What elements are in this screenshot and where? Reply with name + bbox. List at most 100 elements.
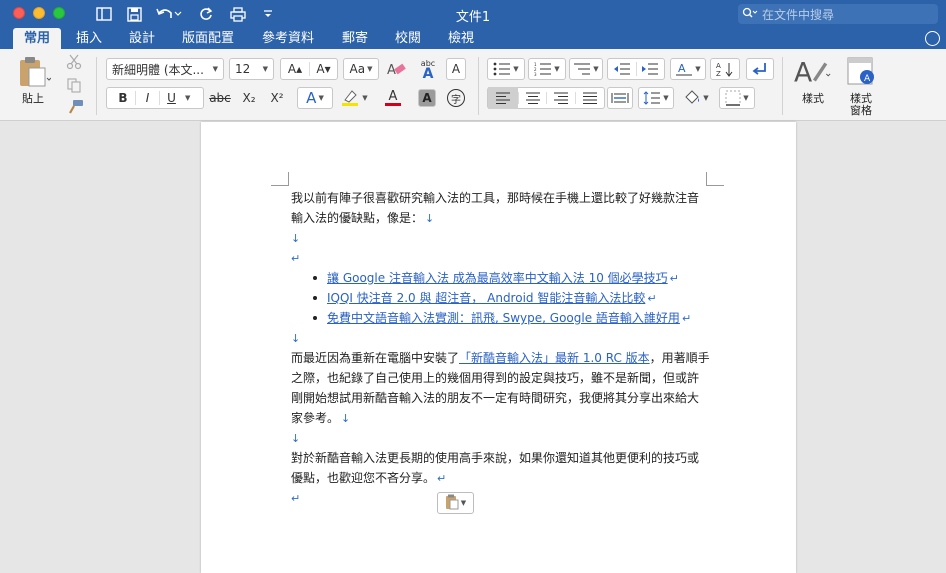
title-bar: 文件1 在文件中搜尋: [0, 0, 946, 28]
change-case-label: Aa: [349, 62, 366, 76]
text-run: 之際，也紀錄了自己使用上的幾個用得到的設定與技巧，雖不是新聞，但或許: [291, 371, 700, 385]
paste-icon[interactable]: [12, 55, 56, 89]
paragraph-line: 優點，也歡迎您不吝分享。 ↵: [291, 468, 709, 488]
enclose-character-icon[interactable]: 字: [444, 87, 468, 109]
tab-layout[interactable]: 版面配置: [175, 28, 241, 49]
chevron-down-icon: ▼: [318, 94, 324, 102]
line-spacing-button[interactable]: ▼: [638, 87, 674, 109]
list-item: IQQI 快注音 2.0 與 超注音， Android 智能注音輸入法比較 ↵: [291, 288, 709, 308]
clipboard-icon: [445, 494, 459, 513]
text-run: 剛開始想試用新酷音輸入法的朋友不一定有時間研究，我便將其分享出來給大: [291, 391, 700, 405]
align-center-icon[interactable]: [517, 92, 547, 104]
tab-references[interactable]: 參考資料: [255, 28, 321, 49]
align-left-icon[interactable]: [488, 87, 518, 109]
decrease-indent-icon[interactable]: [608, 62, 636, 76]
paste-options-button[interactable]: ▼: [437, 492, 474, 514]
clear-formatting-icon[interactable]: A: [384, 58, 410, 80]
search-icon: [742, 7, 758, 22]
inline-link[interactable]: 「新酷音輸入法」最新 1.0 RC 版本: [459, 351, 650, 365]
cut-icon[interactable]: [66, 54, 84, 70]
chevron-down-icon: ▼: [593, 65, 599, 73]
tab-home[interactable]: 常用: [13, 28, 61, 49]
shading-bucket-icon[interactable]: ▼: [678, 87, 714, 109]
font-color-button[interactable]: A: [375, 87, 411, 109]
phonetic-a-label: A: [422, 66, 434, 82]
phonetic-guide-button[interactable]: abc A: [415, 56, 441, 82]
font-color-swatch: [385, 103, 401, 106]
paragraph-mark: ↵: [681, 312, 692, 325]
numbering-button[interactable]: 1 2 3 ▼: [528, 58, 566, 80]
search-input[interactable]: 在文件中搜尋: [738, 4, 938, 24]
line-break-mark: ↓: [341, 412, 351, 425]
character-border-button[interactable]: A: [446, 58, 466, 80]
align-right-icon[interactable]: [546, 92, 575, 104]
strikethrough-button[interactable]: abc: [206, 87, 234, 109]
bullet-dot: [313, 296, 317, 300]
multilevel-list-button[interactable]: ▼: [569, 58, 603, 80]
styles-pane-icon[interactable]: A: [845, 55, 877, 89]
underline-button[interactable]: U: [159, 91, 183, 105]
separator: [782, 57, 783, 115]
text-effects-button[interactable]: A ▼: [297, 87, 333, 109]
justify-icon[interactable]: [575, 92, 604, 104]
styles-label: 樣式: [802, 92, 824, 105]
paragraph-mark: ↵: [669, 272, 679, 285]
empty-line: ↵: [291, 248, 709, 268]
text-run: 家參考。: [291, 411, 340, 425]
list-item: 讓 Google 注音輸入法 成為最高效率中文輸入法 10 個必學技巧 ↵: [291, 268, 709, 288]
sort-icon[interactable]: AZ: [710, 58, 740, 80]
paragraph-line: 而最近因為重新在電腦中安裝了「新酷音輸入法」最新 1.0 RC 版本，用著順手: [291, 348, 710, 368]
font-size-select[interactable]: 12 ▼: [229, 58, 274, 80]
svg-text:A: A: [794, 58, 812, 89]
enclose-character-label: 字: [447, 89, 465, 107]
bullet-dot: [313, 316, 317, 320]
shrink-font-button[interactable]: A▾: [309, 62, 337, 76]
styles-gallery-icon[interactable]: A: [794, 55, 832, 89]
character-shading-button[interactable]: A: [418, 89, 436, 107]
text-run: 而最近因為重新在電腦中安裝了: [291, 351, 460, 365]
svg-text:A: A: [678, 62, 686, 75]
increase-indent-icon[interactable]: [635, 62, 664, 76]
grow-font-button[interactable]: A▴: [281, 62, 309, 76]
paragraph-mark: ↵: [647, 292, 657, 305]
copy-icon[interactable]: [66, 77, 84, 93]
list-item-link[interactable]: IQQI 快注音 2.0 與 超注音， Android 智能注音輸入法比較: [327, 291, 645, 305]
separator: [96, 57, 97, 115]
borders-button[interactable]: ▼: [719, 87, 755, 109]
character-border-label: A: [451, 62, 461, 76]
chevron-down-icon: ▼: [367, 65, 373, 73]
text-direction-button[interactable]: A ▼: [670, 58, 706, 80]
paragraph-line: 家參考。 ↓: [291, 408, 709, 428]
bold-button[interactable]: B: [111, 91, 135, 105]
line-break-mark: ↓: [291, 332, 301, 345]
tab-insert[interactable]: 插入: [68, 28, 110, 49]
tab-design[interactable]: 設計: [121, 28, 163, 49]
paragraph-mark: ↵: [291, 252, 301, 265]
format-painter-icon[interactable]: [66, 99, 84, 115]
basic-format-group: B I U ▼: [106, 87, 204, 109]
font-color-label: A: [388, 89, 398, 104]
bullets-button[interactable]: ▼: [487, 58, 525, 80]
alignment-group: [487, 87, 605, 109]
tab-view[interactable]: 檢視: [440, 28, 482, 49]
collapse-ribbon-icon[interactable]: [925, 31, 940, 46]
list-item: 免費中文語音輸入法實測：訊飛, Swype, Google 語音輸入誰好用 ↵: [291, 308, 709, 328]
list-item-link[interactable]: 免費中文語音輸入法實測：訊飛, Swype, Google 語音輸入誰好用: [327, 311, 680, 325]
bullet-dot: [313, 276, 317, 280]
document-body[interactable]: 我以前有陣子很喜歡研究輸入法的工具，那時候在手機上還比較了好幾款注音 輸入法的優…: [291, 188, 710, 508]
underline-style-dropdown[interactable]: ▼: [185, 94, 199, 102]
line-break-mark: ↓: [291, 232, 301, 245]
superscript-button[interactable]: X²: [265, 87, 289, 109]
distributed-align-icon[interactable]: [607, 87, 633, 109]
indent-group: [607, 58, 665, 80]
tab-review[interactable]: 校閱: [387, 28, 429, 49]
highlight-color-button[interactable]: ▼: [336, 87, 372, 109]
font-name-select[interactable]: 新細明體 (本文... ▼: [106, 58, 224, 80]
show-hide-marks-icon[interactable]: [746, 58, 774, 80]
chevron-down-icon: ▼: [703, 94, 709, 102]
tab-mailings[interactable]: 郵寄: [334, 28, 376, 49]
subscript-button[interactable]: X₂: [237, 87, 261, 109]
italic-button[interactable]: I: [135, 91, 159, 105]
change-case-button[interactable]: Aa ▼: [343, 58, 379, 80]
list-item-link[interactable]: 讓 Google 注音輸入法 成為最高效率中文輸入法 10 個必學技巧: [327, 271, 668, 285]
